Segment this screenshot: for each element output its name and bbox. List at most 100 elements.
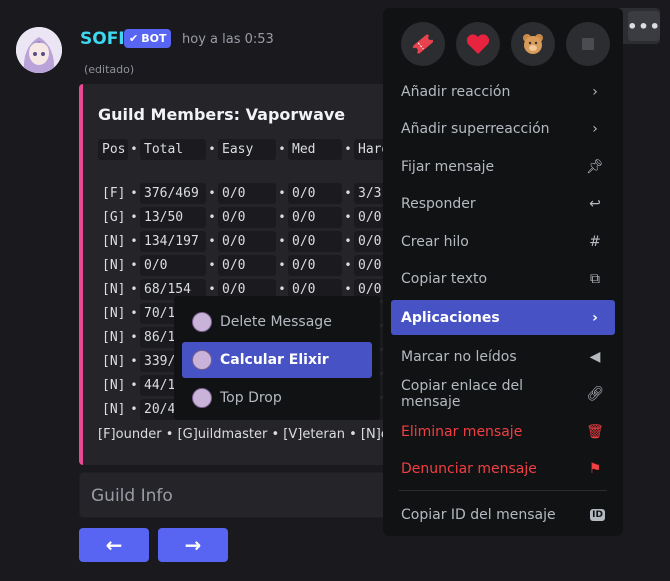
chevron-right-icon: › xyxy=(592,121,598,138)
menu-add-super-reaction[interactable]: Añadir superreacción › xyxy=(391,113,615,145)
reply-icon: ↩ xyxy=(589,196,601,213)
chevron-right-icon: › xyxy=(592,84,598,100)
ticket-icon xyxy=(412,34,434,54)
header-total: Total xyxy=(140,138,206,160)
more-options-button[interactable]: ••• xyxy=(627,11,660,41)
menu-report-message[interactable]: Denunciar mensaje ⚑ xyxy=(391,453,615,485)
unread-icon: ◀ xyxy=(589,348,601,365)
header-easy: Easy xyxy=(218,138,276,160)
table-cell: 0/0 xyxy=(218,182,276,204)
prev-page-button[interactable]: ← xyxy=(79,528,149,562)
table-cell: 0/0 xyxy=(218,230,276,252)
table-row: [N] • 0/0 • 0/0 • 0/0 • 0/0 xyxy=(98,253,394,277)
menu-label: Añadir superreacción xyxy=(401,121,550,138)
menu-label: Crear hilo xyxy=(401,233,469,250)
table-cell: [F] xyxy=(102,185,126,201)
app-top-drop[interactable]: Top Drop xyxy=(182,380,372,416)
table-cell: 13/50 xyxy=(140,206,206,228)
table-row: [G] • 13/50 • 0/0 • 0/0 • 0/0 xyxy=(98,205,394,229)
timestamp[interactable]: hoy a las 0:53 xyxy=(182,32,274,47)
menu-mark-unread[interactable]: Marcar no leídos ◀ xyxy=(391,341,615,373)
app-item-label: Top Drop xyxy=(220,390,282,406)
avatar[interactable] xyxy=(16,27,62,73)
menu-label: Eliminar mensaje xyxy=(401,423,523,440)
header-pos: Pos xyxy=(98,138,128,160)
next-page-button[interactable]: → xyxy=(158,528,228,562)
app-item-label: Calcular Elixir xyxy=(220,352,329,368)
app-avatar-icon xyxy=(192,312,212,332)
app-item-label: Delete Message xyxy=(220,314,332,330)
menu-label: Denunciar mensaje xyxy=(401,460,537,477)
chevron-right-icon: › xyxy=(592,309,598,326)
menu-label: Aplicaciones xyxy=(401,309,500,326)
reaction-square[interactable] xyxy=(566,22,610,66)
pin-icon: 📌︎ xyxy=(586,158,604,175)
menu-label: Copiar enlace del mensaje xyxy=(401,378,524,411)
heart-icon xyxy=(466,34,490,54)
table-cell: 0/0 xyxy=(288,182,342,204)
menu-label: Responder xyxy=(401,196,476,213)
table-row: [F] • 376/469 • 0/0 • 0/0 • 3/3 xyxy=(98,181,394,205)
reaction-bear[interactable] xyxy=(511,22,555,66)
legend: [F]ounder • [G]uildmaster • [V]eteran • … xyxy=(98,427,399,442)
menu-copy-text[interactable]: Copiar texto ⧉ xyxy=(391,263,615,295)
menu-copy-link[interactable]: Copiar enlace del mensaje 🔗︎ xyxy=(391,378,615,410)
trash-icon: 🗑︎ xyxy=(586,423,604,440)
table-cell: 0/0 xyxy=(140,254,206,276)
table-cell: [N] xyxy=(102,377,126,393)
header-med: Med xyxy=(288,138,342,160)
id-icon: ID xyxy=(590,509,605,522)
flag-icon: ⚑ xyxy=(588,460,602,477)
table-cell: 0/0 xyxy=(288,230,342,252)
menu-label: Fijar mensaje xyxy=(401,158,495,175)
message-context-menu: Añadir reacción › Añadir superreacción › F… xyxy=(383,8,623,536)
table-cell: [N] xyxy=(102,233,126,249)
app-delete-message[interactable]: Delete Message xyxy=(182,304,372,340)
apps-submenu: Delete Message Calcular Elixir Top Drop xyxy=(174,296,380,420)
menu-label: Añadir reacción xyxy=(401,84,511,100)
table-header: Pos • Total • Easy • Med • Hard xyxy=(98,137,394,161)
menu-create-thread[interactable]: Crear hilo # xyxy=(391,226,615,258)
thread-icon: # xyxy=(589,233,601,250)
table-cell: [N] xyxy=(102,401,126,417)
menu-label: Copiar texto xyxy=(401,270,488,287)
check-icon: ✔ xyxy=(129,32,139,45)
menu-pin-message[interactable]: Fijar mensaje 📌︎ xyxy=(391,151,615,183)
link-icon: 🔗︎ xyxy=(586,386,604,403)
reaction-heart[interactable] xyxy=(456,22,500,66)
menu-add-reaction[interactable]: Añadir reacción › xyxy=(391,76,615,108)
stop-icon xyxy=(582,38,594,50)
edited-label: (editado) xyxy=(84,63,135,76)
bot-badge-label: BOT xyxy=(141,32,167,45)
menu-delete-message[interactable]: Eliminar mensaje 🗑︎ xyxy=(391,416,615,448)
app-avatar-icon xyxy=(192,350,212,370)
table-cell: [N] xyxy=(102,281,126,297)
table-cell: [N] xyxy=(102,305,126,321)
table-cell: 376/469 xyxy=(140,182,206,204)
username[interactable]: SOFI xyxy=(80,29,125,49)
app-avatar-icon xyxy=(192,388,212,408)
table-cell: [N] xyxy=(102,257,126,273)
table-cell: [N] xyxy=(102,353,126,369)
guild-info-select[interactable]: Guild Info xyxy=(79,472,399,518)
table-cell: 0/0 xyxy=(288,206,342,228)
app-calcular-elixir[interactable]: Calcular Elixir xyxy=(182,342,372,378)
table-cell: [N] xyxy=(102,329,126,345)
reaction-ticket[interactable] xyxy=(401,22,445,66)
menu-divider xyxy=(399,490,607,492)
copy-icon: ⧉ xyxy=(590,270,600,287)
table-cell: 134/197 xyxy=(140,230,206,252)
menu-label: Copiar ID del mensaje xyxy=(401,507,556,524)
table-cell: 0/0 xyxy=(288,254,342,276)
table-row: [N] • 134/197 • 0/0 • 0/0 • 0/0 xyxy=(98,229,394,253)
menu-reply[interactable]: Responder ↩ xyxy=(391,188,615,220)
menu-label: Marcar no leídos xyxy=(401,348,517,365)
table-cell: 0/0 xyxy=(218,206,276,228)
bear-icon xyxy=(523,34,543,54)
table-cell: 0/0 xyxy=(218,254,276,276)
table-cell: [G] xyxy=(102,209,126,225)
select-placeholder: Guild Info xyxy=(91,486,173,506)
menu-apps[interactable]: Aplicaciones › xyxy=(391,300,615,336)
bot-badge: ✔ BOT xyxy=(124,29,172,48)
menu-copy-id[interactable]: Copiar ID del mensaje ID xyxy=(391,499,615,531)
